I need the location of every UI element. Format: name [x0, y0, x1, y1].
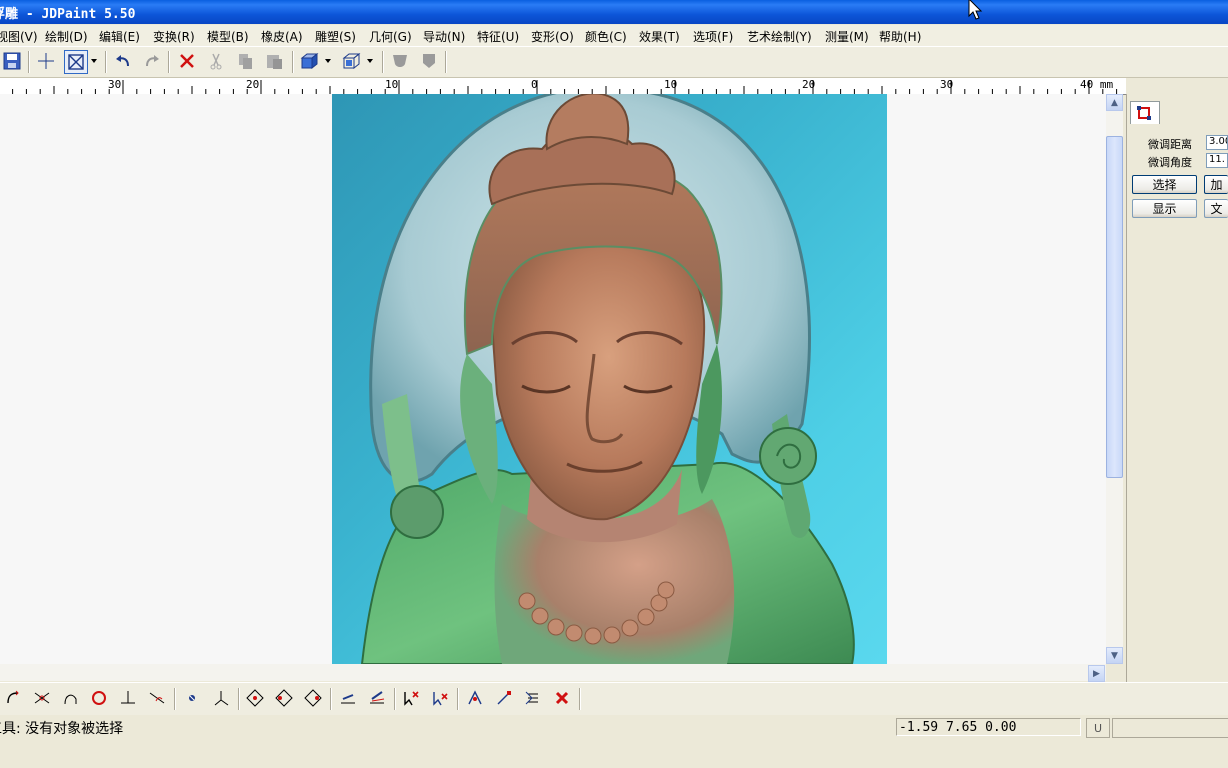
node-edit-icon: [1137, 106, 1151, 120]
ruler-label: 20: [802, 78, 816, 91]
ruler-label: 40 mm: [1080, 78, 1114, 91]
title-bar: 浮雕 - JDPaint 5.50: [0, 0, 1228, 24]
scroll-down-icon[interactable]: ▼: [1106, 647, 1123, 664]
menu-guide[interactable]: 导动(N): [423, 28, 465, 45]
window-select-icon[interactable]: [64, 50, 88, 74]
menu-effect[interactable]: 效果(T): [639, 28, 680, 45]
menu-edit[interactable]: 编辑(E): [99, 28, 140, 45]
menu-bar: 视图(V) 绘制(D) 编辑(E) 变换(R) 模型(B) 橡皮(A) 雕塑(S…: [0, 25, 1228, 47]
scroll-right-icon[interactable]: ▶: [1088, 665, 1105, 682]
point-snap-icon[interactable]: [181, 687, 203, 709]
menu-art-draw[interactable]: 艺术绘制(Y): [747, 28, 812, 45]
diamond-icon-1[interactable]: [244, 687, 266, 709]
scroll-up-icon[interactable]: ▲: [1106, 94, 1123, 111]
add-button[interactable]: 加: [1204, 175, 1228, 194]
guanyin-relief-model[interactable]: [332, 94, 887, 664]
menu-help[interactable]: 帮助(H): [879, 28, 921, 45]
close-icon[interactable]: [551, 687, 573, 709]
delete-icon[interactable]: [176, 50, 198, 72]
snap-toolbar: [0, 682, 1228, 716]
menu-measure[interactable]: 测量(M): [825, 28, 869, 45]
shape-icon-2[interactable]: [418, 50, 440, 72]
crosshair-icon[interactable]: [35, 50, 57, 72]
diamond-icon-3[interactable]: [302, 687, 324, 709]
vertical-scrollbar[interactable]: ▲ ▼: [1106, 94, 1123, 664]
select-x-icon-1[interactable]: [400, 687, 422, 709]
fine-angle-input[interactable]: 11.: [1206, 153, 1228, 168]
menu-geometry[interactable]: 几何(G): [369, 28, 412, 45]
select-x-icon-2[interactable]: [429, 687, 451, 709]
menu-deform[interactable]: 变形(O): [531, 28, 574, 45]
coordinate-readout: -1.59 7.65 0.00: [896, 718, 1081, 736]
status-message: 工具: 没有对象被选择: [0, 721, 124, 737]
ruler-label: 30: [940, 78, 954, 91]
intersection-icon[interactable]: [31, 687, 53, 709]
menu-feature[interactable]: 特征(U): [477, 28, 519, 45]
ruler-label: 10: [385, 78, 399, 91]
fine-distance-label: 微调距离: [1148, 138, 1192, 151]
horizontal-scrollbar[interactable]: ▶: [0, 664, 1106, 682]
main-toolbar: [0, 47, 1228, 78]
menu-sculpt[interactable]: 雕塑(S): [315, 28, 356, 45]
menu-draw[interactable]: 绘制(D): [45, 28, 88, 45]
align-icon-1[interactable]: [337, 687, 359, 709]
copy-icon[interactable]: [234, 50, 256, 72]
dropdown-arrow-icon[interactable]: [322, 50, 334, 72]
cut-icon[interactable]: [205, 50, 227, 72]
tangent-icon[interactable]: [146, 687, 168, 709]
align-icon-2[interactable]: [366, 687, 388, 709]
fine-angle-label: 微调角度: [1148, 156, 1192, 169]
menu-color[interactable]: 颜色(C): [585, 28, 627, 45]
ruler-label: 20: [246, 78, 260, 91]
perpendicular-icon[interactable]: [117, 687, 139, 709]
diamond-icon-2[interactable]: [273, 687, 295, 709]
ruler-label: 30: [108, 78, 122, 91]
axis-snap-icon[interactable]: [210, 687, 232, 709]
horizontal-ruler: 30 20 10 0 10 20 30 40 mm: [0, 78, 1126, 95]
arc-tangent-icon[interactable]: [60, 687, 82, 709]
menu-model[interactable]: 模型(B): [207, 28, 249, 45]
menu-options[interactable]: 选项(F): [693, 28, 733, 45]
scroll-thumb[interactable]: [1106, 136, 1123, 478]
redo-icon[interactable]: [141, 50, 163, 72]
list-edit-icon[interactable]: [522, 687, 544, 709]
text-button[interactable]: 文: [1204, 199, 1228, 218]
fine-distance-input[interactable]: 3.00: [1206, 135, 1228, 150]
menu-view[interactable]: 视图(V): [0, 28, 38, 45]
ruler-label: 0: [531, 78, 538, 91]
save-icon[interactable]: [1, 50, 23, 72]
unit-indicator: U: [1086, 718, 1110, 738]
node-tool-icon-2[interactable]: [493, 687, 515, 709]
shape-icon-1[interactable]: [389, 50, 411, 72]
panel-tab[interactable]: [1130, 101, 1160, 124]
node-tool-icon-1[interactable]: [464, 687, 486, 709]
ruler-label: 10: [664, 78, 678, 91]
drawing-canvas[interactable]: [0, 94, 1106, 664]
menu-eraser[interactable]: 橡皮(A): [261, 28, 303, 45]
dropdown-arrow-icon[interactable]: [88, 50, 100, 72]
window-title: 浮雕 - JDPaint 5.50: [0, 7, 136, 22]
arc-end-icon[interactable]: [2, 687, 24, 709]
paste-icon[interactable]: [263, 50, 285, 72]
undo-icon[interactable]: [112, 50, 134, 72]
display-button[interactable]: 显示: [1132, 199, 1197, 218]
cube-icon[interactable]: [298, 50, 320, 72]
circle-center-icon[interactable]: [88, 687, 110, 709]
status-extra-pane: [1112, 718, 1228, 738]
cube-outline-icon[interactable]: [340, 50, 362, 72]
select-button[interactable]: 选择: [1132, 175, 1197, 194]
ruler-ticks: [12, 80, 1118, 94]
dropdown-arrow-icon[interactable]: [364, 50, 376, 72]
menu-transform[interactable]: 变换(R): [153, 28, 195, 45]
